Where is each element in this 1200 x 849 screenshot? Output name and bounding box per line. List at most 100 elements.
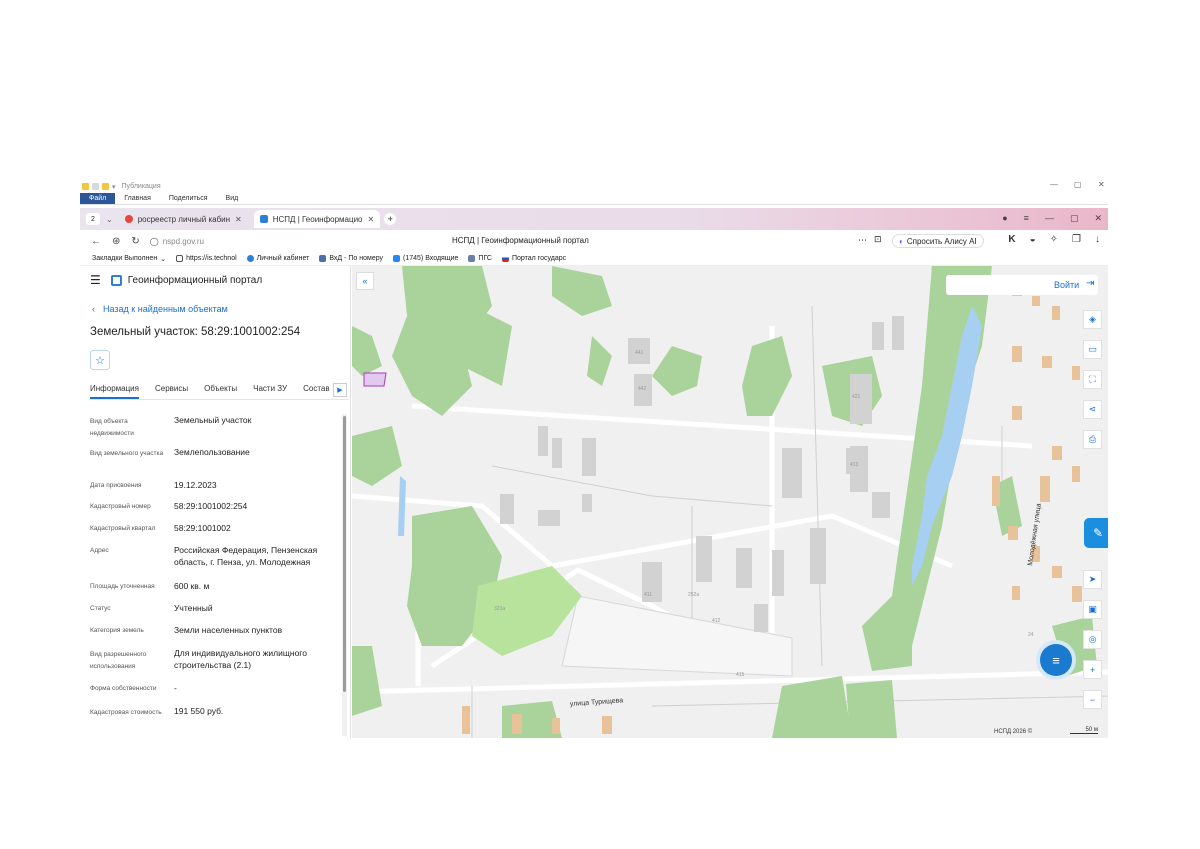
chevron-down-icon: ⌄ <box>160 255 167 263</box>
bookmark-item[interactable]: Закладки Выполнен ⌄ <box>92 255 166 263</box>
chat-button[interactable]: ≡ <box>1040 644 1072 676</box>
maximize-button[interactable]: ▢ <box>1074 180 1082 189</box>
reload-icon[interactable]: ↻ <box>131 236 139 247</box>
street-label-molodezhnaya: Молодёжная улица <box>1027 503 1043 566</box>
info-label: Категория земель <box>90 627 144 634</box>
browser-window-controls: ● ≡ — ▢ ✕ <box>1002 213 1102 224</box>
geolocation-button[interactable]: ➤ <box>1083 570 1102 589</box>
info-label: Статус <box>90 605 111 612</box>
browser-tab-nspd[interactable]: НСПД | Геоинформацио ✕ <box>253 210 381 228</box>
info-label: Кадастровый номер <box>90 503 151 510</box>
bookmark-item[interactable]: (1745) Входящие <box>393 255 458 262</box>
ribbon-tab-share[interactable]: Поделиться <box>160 193 217 204</box>
ribbon-tab-file[interactable]: Файл <box>80 193 116 204</box>
profile-icon[interactable]: ● <box>1002 213 1007 224</box>
building-number: 252a <box>688 592 699 598</box>
protect-icon[interactable]: ⊛ <box>112 236 120 247</box>
bookmarks-bar: Закладки Выполнен ⌄ https://is.technol Ли… <box>80 252 1108 266</box>
map-view[interactable]: 441 442 421 413 411 412 415 252a 323a 24… <box>352 266 1108 738</box>
collections-icon[interactable]: ❐ <box>1072 234 1081 245</box>
bookmark-item[interactable]: ПГС <box>468 255 492 262</box>
hamburger-menu-icon[interactable]: ☰ <box>90 273 101 287</box>
browser-tab-rosreestr[interactable]: росреестр личный кабин ✕ <box>119 210 248 228</box>
favorite-button[interactable]: ☆ <box>90 350 110 370</box>
shield-icon[interactable]: ◯ <box>150 237 159 246</box>
folder-icon[interactable] <box>102 183 109 190</box>
info-value: 191 550 руб. <box>174 706 224 716</box>
close-icon[interactable]: ✕ <box>368 215 375 224</box>
ribbon-tab-home[interactable]: Главная <box>115 193 160 204</box>
more-icon[interactable]: ⋯ <box>858 235 867 246</box>
layers-button[interactable]: ◈ <box>1083 310 1102 329</box>
login-icon[interactable]: ⇥ <box>1086 278 1094 289</box>
portal-logo-icon <box>110 274 122 286</box>
select-area-button[interactable]: ⛶ <box>1083 370 1102 389</box>
minimize-button[interactable]: — <box>1050 180 1058 189</box>
ribbon-tab-view[interactable]: Вид <box>217 193 248 204</box>
alice-button[interactable]: ◐ Спросить Алису AI <box>892 234 984 248</box>
zoom-in-button[interactable]: + <box>1083 660 1102 679</box>
building-number: 441 <box>635 350 644 356</box>
feedback-button[interactable]: ✎ <box>1084 518 1108 548</box>
ruler-button[interactable]: ▭ <box>1083 340 1102 359</box>
building-number: 442 <box>638 386 647 392</box>
tab-composition[interactable]: Состав <box>303 382 330 399</box>
close-icon[interactable]: ✕ <box>1094 213 1102 224</box>
building-number: 323a <box>494 606 505 612</box>
bookmark-item[interactable]: https://is.technol <box>176 255 237 262</box>
extension-icon[interactable]: ◒ <box>1030 234 1036 245</box>
url-field[interactable]: nspd.gov.ru <box>163 237 204 246</box>
feedback-icon: ✎ <box>1092 526 1104 540</box>
back-to-results-link[interactable]: ‹ Назад к найденным объектам <box>92 304 228 314</box>
bookmark-item[interactable]: ВхД - По номеру <box>319 255 383 262</box>
folder-icon[interactable] <box>82 183 89 190</box>
login-button[interactable]: Войти <box>1054 280 1079 290</box>
chat-icon: ≡ <box>1052 652 1060 668</box>
office-ribbon: Файл Главная Поделиться Вид <box>80 193 1108 205</box>
bookmark-item[interactable]: Личный кабинет <box>246 255 309 262</box>
tab-counter[interactable]: 2 <box>86 213 100 225</box>
new-tab-button[interactable]: + <box>384 213 397 225</box>
bookmark-icon[interactable]: ⊡ <box>874 234 882 245</box>
share-button[interactable]: ⋖ <box>1083 400 1102 419</box>
bookmark-label: Закладки Выполнен <box>92 255 158 262</box>
tab-information[interactable]: Информация <box>90 382 139 399</box>
panel-scrollbar-thumb[interactable] <box>343 416 346 692</box>
basemap-button[interactable]: ▣ <box>1083 600 1102 619</box>
bookmark-label: ВхД - По номеру <box>329 255 384 262</box>
k-extension-icon[interactable]: K <box>1008 234 1015 245</box>
tabs-scroll-right-button[interactable]: ▶ <box>333 383 347 397</box>
select-area-icon: ⛶ <box>1089 374 1096 384</box>
bookmark-item[interactable]: Портал государс <box>501 255 566 262</box>
chevron-down-icon[interactable]: ⌄ <box>106 215 113 224</box>
nspd-icon <box>259 215 268 223</box>
info-value: Учтенный <box>174 603 213 613</box>
pond <box>398 476 406 536</box>
tab-services[interactable]: Сервисы <box>155 382 188 399</box>
location-button[interactable]: ◎ <box>1083 630 1102 649</box>
dropdown-icon[interactable]: ▾ <box>112 183 116 191</box>
print-button[interactable]: ⎙ <box>1083 430 1102 449</box>
info-value: 19.12.2023 <box>174 480 217 490</box>
close-button[interactable]: ✕ <box>1098 180 1105 189</box>
close-icon[interactable]: ✕ <box>235 215 242 224</box>
bookmark-label: ПГС <box>478 255 492 262</box>
back-arrow-icon[interactable]: ← <box>91 236 101 247</box>
puzzle-icon[interactable]: ✧ <box>1050 234 1058 245</box>
double-chevron-left-icon: « <box>362 276 368 286</box>
minimize-icon[interactable]: — <box>1045 213 1054 224</box>
map-canvas[interactable]: 441 442 421 413 411 412 415 252a 323a 24… <box>352 266 1108 738</box>
selected-land-parcel[interactable] <box>363 372 387 387</box>
document-title: Публикация <box>121 183 161 190</box>
save-icon[interactable] <box>92 183 99 190</box>
info-label: Вид разрешенного использования <box>90 651 147 670</box>
bookmark-label: (1745) Входящие <box>403 255 459 262</box>
download-icon[interactable]: ↓ <box>1095 234 1100 245</box>
menu-icon[interactable]: ≡ <box>1024 213 1029 224</box>
collapse-panel-button[interactable]: « <box>356 272 374 290</box>
maximize-icon[interactable]: ▢ <box>1070 213 1079 224</box>
zoom-out-button[interactable]: − <box>1083 690 1102 709</box>
tab-parts[interactable]: Части ЗУ <box>253 382 287 399</box>
tab-objects[interactable]: Объекты <box>204 382 237 399</box>
info-value: Землепользование <box>174 447 250 457</box>
